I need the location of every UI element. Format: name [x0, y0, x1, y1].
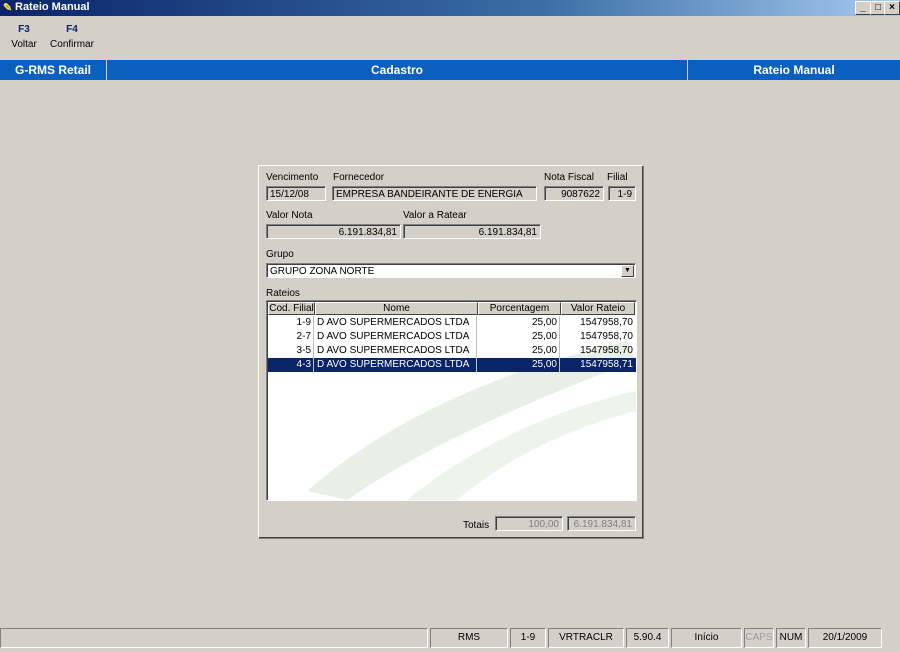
cell-valor-rateio: 1547958,70	[580, 331, 633, 342]
status-message	[0, 628, 428, 648]
cell-valor-rateio: 1547958,70	[580, 317, 633, 328]
rateio-panel: Vencimento Fornecedor Nota Fiscal Filial…	[258, 165, 644, 539]
voltar-button[interactable]: F3 Voltar	[8, 24, 40, 50]
valor-nota-label: Valor Nota	[266, 210, 313, 221]
rateios-grid[interactable]: Cod. Filial Nome Porcentagem Valor Ratei…	[266, 300, 637, 501]
cell-nome: D AVO SUPERMERCADOS LTDA	[315, 316, 477, 330]
header-band: G-RMS Retail Cadastro Rateio Manual	[0, 60, 900, 80]
cell-cod-filial: 1-9	[268, 316, 314, 330]
status-date: 20/1/2009	[808, 628, 882, 648]
nota-fiscal-label: Nota Fiscal	[544, 172, 595, 183]
fornecedor-field[interactable]: EMPRESA BANDEIRANTE DE ENERGIA	[332, 186, 537, 201]
window-title: Rateio Manual	[15, 1, 90, 13]
cell-cod-filial: 3-5	[268, 344, 314, 358]
filial-field[interactable]: 1-9	[608, 186, 636, 201]
table-row[interactable]: 1-9 D AVO SUPERMERCADOS LTDA 25,00 15479…	[268, 316, 636, 330]
confirmar-label: Confirmar	[50, 39, 94, 50]
cell-cod-filial: 2-7	[268, 330, 314, 344]
status-system: RMS	[430, 628, 508, 648]
rateios-label: Rateios	[266, 288, 300, 299]
cell-porcentagem: 25,00	[478, 358, 560, 372]
totais-label: Totais	[463, 520, 490, 531]
status-num: NUM	[776, 628, 806, 648]
valor-nota-field[interactable]: 6.191.834,81	[266, 224, 401, 239]
valor-ratear-field[interactable]: 6.191.834,81	[403, 224, 541, 239]
header-app-name: G-RMS Retail	[14, 63, 91, 77]
cell-nome: D AVO SUPERMERCADOS LTDA	[315, 358, 477, 372]
cell-nome: D AVO SUPERMERCADOS LTDA	[315, 330, 477, 344]
voltar-key: F3	[18, 24, 30, 35]
status-version: 5.90.4	[626, 628, 669, 648]
grupo-select[interactable]: GRUPO ZONA NORTE ▼	[266, 263, 636, 278]
total-valor-field: 6.191.834,81	[567, 516, 636, 531]
status-filial: 1-9	[510, 628, 546, 648]
minimize-button[interactable]: _	[855, 1, 871, 15]
cell-nome: D AVO SUPERMERCADOS LTDA	[315, 344, 477, 358]
cell-porcentagem: 25,00	[478, 316, 560, 330]
table-row-selected[interactable]: 4-3 D AVO SUPERMERCADOS LTDA 25,00 15479…	[268, 358, 636, 372]
fornecedor-label: Fornecedor	[333, 172, 385, 183]
vencimento-field[interactable]: 15/12/08	[266, 186, 326, 201]
grupo-selected-value: GRUPO ZONA NORTE	[270, 266, 375, 277]
status-caps: CAPS	[744, 628, 774, 648]
status-mode: Início	[671, 628, 742, 648]
header-screen: Rateio Manual	[753, 63, 835, 77]
window-title-bar: ✎ Rateio Manual _ □ ×	[0, 0, 900, 16]
status-program: VRTRACLR	[548, 628, 624, 648]
confirmar-button[interactable]: F4 Confirmar	[48, 24, 96, 50]
cell-porcentagem: 25,00	[478, 330, 560, 344]
app-icon: ✎	[3, 2, 13, 14]
grupo-label: Grupo	[266, 249, 294, 260]
close-button[interactable]: ×	[884, 1, 900, 15]
valor-ratear-label: Valor a Ratear	[403, 210, 467, 221]
header-section: Cadastro	[370, 63, 423, 77]
column-header-cod-filial[interactable]: Cod. Filial	[268, 302, 315, 315]
column-header-nome[interactable]: Nome	[315, 302, 478, 315]
table-row[interactable]: 3-5 D AVO SUPERMERCADOS LTDA 25,00 15479…	[268, 344, 636, 358]
voltar-label: Voltar	[11, 39, 37, 50]
chevron-down-icon[interactable]: ▼	[621, 265, 634, 277]
vencimento-label: Vencimento	[266, 172, 319, 183]
column-header-valor-rateio[interactable]: Valor Rateio	[561, 302, 635, 315]
table-row[interactable]: 2-7 D AVO SUPERMERCADOS LTDA 25,00 15479…	[268, 330, 636, 344]
column-header-porcentagem[interactable]: Porcentagem	[478, 302, 561, 315]
confirmar-key: F4	[66, 24, 78, 35]
cell-valor-rateio: 1547958,71	[580, 359, 633, 370]
nota-fiscal-field[interactable]: 9087622	[544, 186, 604, 201]
cell-porcentagem: 25,00	[478, 344, 560, 358]
cell-cod-filial: 4-3	[268, 358, 314, 372]
filial-label: Filial	[607, 172, 628, 183]
total-porcentagem-field: 100,00	[495, 516, 563, 531]
cell-valor-rateio: 1547958,70	[580, 345, 633, 356]
